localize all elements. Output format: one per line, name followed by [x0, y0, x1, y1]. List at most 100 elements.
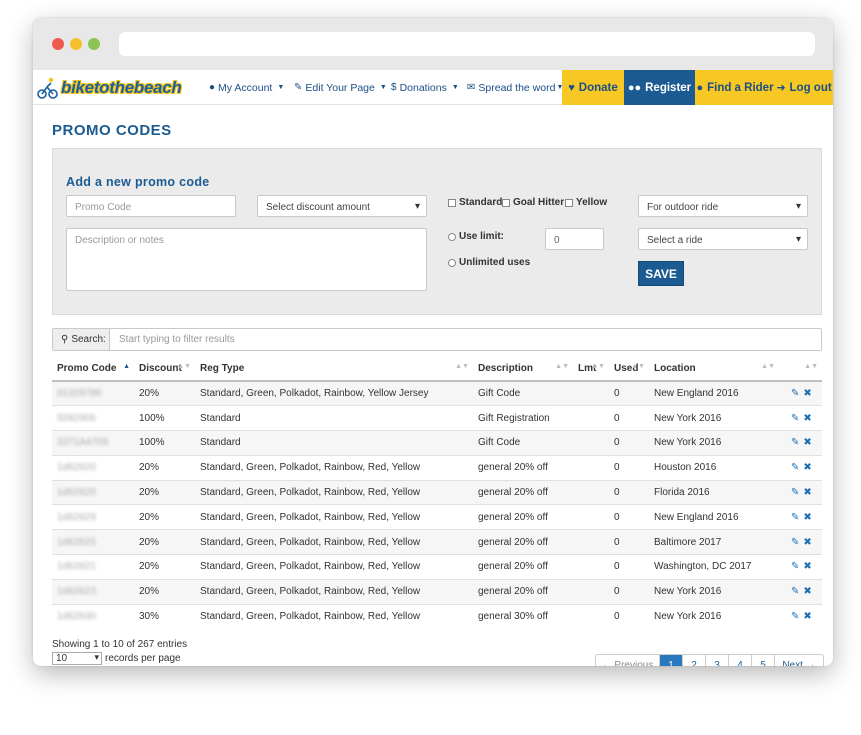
page-1-button[interactable]: 1 — [660, 655, 683, 666]
description-cell: general 30% off — [473, 603, 573, 629]
promo-code-cell: 1d62621 — [52, 554, 134, 580]
trash-icon[interactable]: ✖ — [803, 512, 811, 523]
edit-icon[interactable]: ✎ — [791, 512, 799, 523]
page-2-button[interactable]: 2 — [683, 655, 706, 666]
unlimited-uses-radio[interactable]: Unlimited uses — [448, 257, 530, 268]
edit-icon[interactable]: ✎ — [791, 537, 799, 548]
address-bar[interactable] — [119, 32, 815, 56]
trash-icon[interactable]: ✖ — [803, 537, 811, 548]
logout-button[interactable]: ➜ Log out — [775, 70, 833, 105]
edit-icon[interactable]: ✎ — [791, 388, 799, 399]
standard-checkbox[interactable]: Standard — [448, 197, 502, 208]
discount-select[interactable]: Select discount amount — [257, 195, 427, 217]
trash-icon[interactable]: ✖ — [803, 561, 811, 572]
used-cell: 0 — [609, 554, 649, 580]
radio-circle[interactable] — [448, 232, 456, 241]
edit-icon[interactable]: ✎ — [791, 437, 799, 448]
goal-hitter-checkbox[interactable]: Goal Hitter — [502, 197, 564, 208]
trash-icon[interactable]: ✖ — [803, 462, 811, 473]
location-cell: Florida 2016 — [649, 479, 779, 505]
page-4-button[interactable]: 4 — [729, 655, 752, 666]
used-cell: 0 — [609, 405, 649, 431]
discount-cell: 20% — [134, 504, 195, 530]
discount-cell: 20% — [134, 554, 195, 580]
trash-icon[interactable]: ✖ — [803, 437, 811, 448]
discount-cell-text: 100% — [139, 437, 165, 449]
save-button[interactable]: SAVE — [638, 261, 684, 286]
search-bar: ⚲ Search: Start typing to filter results — [52, 328, 822, 351]
checkbox-box[interactable] — [565, 198, 573, 207]
browser-window: biketothebeach ● My Account ▼ ✎ Edit You… — [33, 18, 833, 666]
edit-icon[interactable]: ✎ — [791, 611, 799, 622]
bicycle-icon: ●● — [627, 81, 642, 94]
previous-page-button[interactable]: ← Previous — [596, 655, 660, 666]
ride-select[interactable]: Select a ride — [638, 228, 808, 250]
nav-spread-the-word[interactable]: ✉ Spread the word ▼ — [467, 70, 563, 105]
reg-type-cell: Standard, Green, Polkadot, Rainbow, Red,… — [195, 529, 473, 555]
per-page-label: records per page — [105, 653, 181, 664]
promo-code-cell-text: 1d62621 — [57, 561, 96, 573]
promo-code-input[interactable]: Promo Code — [66, 195, 236, 217]
promo-code-cell: 01329786 — [52, 380, 134, 406]
location-cell-text: Washington, DC 2017 — [654, 561, 752, 573]
promo-code-cell: 1d62620 — [52, 454, 134, 481]
checkbox-box[interactable] — [502, 198, 510, 207]
edit-icon[interactable]: ✎ — [791, 413, 799, 424]
reg-type-cell-text: Standard, Green, Polkadot, Rainbow, Red,… — [200, 586, 421, 598]
trash-icon[interactable]: ✖ — [803, 611, 811, 622]
lmt-cell — [573, 405, 609, 431]
ride-select-value: Select a ride — [647, 235, 703, 246]
trash-icon[interactable]: ✖ — [803, 413, 811, 424]
yellow-checkbox[interactable]: Yellow — [565, 197, 607, 208]
edit-icon[interactable]: ✎ — [791, 586, 799, 597]
trash-icon[interactable]: ✖ — [803, 487, 811, 498]
col-location[interactable]: Location ▲▼ — [649, 356, 779, 382]
nav-edit-your-page[interactable]: ✎ Edit Your Page ▼ — [294, 70, 387, 105]
radio-circle[interactable] — [448, 258, 456, 267]
checkbox-box[interactable] — [448, 198, 456, 207]
table-row: 3371A4709 100% Standard Gift Code 0 New York … — [52, 430, 822, 456]
sort-asc-icon: ▲ — [123, 363, 130, 370]
col-lmt[interactable]: Lmt ▲▼ — [573, 356, 609, 382]
page-3-button[interactable]: 3 — [706, 655, 729, 666]
nav-donations[interactable]: $ Donations ▼ — [391, 70, 459, 105]
edit-icon[interactable]: ✎ — [791, 487, 799, 498]
edit-icon[interactable]: ✎ — [791, 462, 799, 473]
lmt-cell — [573, 554, 609, 580]
description-cell-text: general 20% off — [478, 586, 548, 598]
description-cell-text: general 20% off — [478, 487, 548, 499]
nav-my-account[interactable]: ● My Account ▼ — [209, 70, 284, 105]
maximize-window-dot[interactable] — [88, 38, 100, 50]
description-cell: general 20% off — [473, 554, 573, 580]
use-limit-input[interactable]: 0 — [545, 228, 604, 250]
site-logo[interactable]: biketothebeach — [37, 74, 187, 101]
per-page-select[interactable]: 10 — [52, 652, 102, 665]
use-limit-radio[interactable]: Use limit: — [448, 231, 504, 242]
ride-type-select[interactable]: For outdoor ride — [638, 195, 808, 217]
lmt-cell — [573, 578, 609, 605]
col-promo-code[interactable]: Promo Code ▲ — [52, 356, 134, 382]
description-cell: general 20% off — [473, 454, 573, 481]
search-input[interactable]: Start typing to filter results — [119, 334, 235, 345]
used-cell-text: 0 — [614, 388, 620, 400]
location-cell: New York 2016 — [649, 603, 779, 629]
next-page-button[interactable]: Next → — [775, 655, 823, 666]
register-button[interactable]: ●● Register — [624, 70, 695, 105]
promo-code-cell: 3371A4709 — [52, 430, 134, 456]
close-window-dot[interactable] — [52, 38, 64, 50]
edit-icon[interactable]: ✎ — [791, 561, 799, 572]
trash-icon[interactable]: ✖ — [803, 388, 811, 399]
col-discount[interactable]: Discount ▲▼ — [134, 356, 195, 382]
minimize-window-dot[interactable] — [70, 38, 82, 50]
nav-donations-label: Donations — [399, 81, 447, 94]
description-textarea[interactable]: Description or notes — [66, 228, 427, 291]
trash-icon[interactable]: ✖ — [803, 586, 811, 597]
col-used[interactable]: Used ▲▼ — [609, 356, 649, 382]
col-reg-type[interactable]: Reg Type ▲▼ — [195, 356, 473, 382]
donate-button[interactable]: ♥ Donate — [562, 70, 624, 105]
table-row: 1d62620 20% Standard, Green, Polkadot, Rai… — [52, 479, 822, 505]
find-a-rider-button[interactable]: ● Find a Rider — [695, 70, 775, 105]
dollar-icon: $ — [391, 82, 397, 93]
col-description[interactable]: Description ▲▼ — [473, 356, 573, 382]
page-5-button[interactable]: 5 — [752, 655, 775, 666]
